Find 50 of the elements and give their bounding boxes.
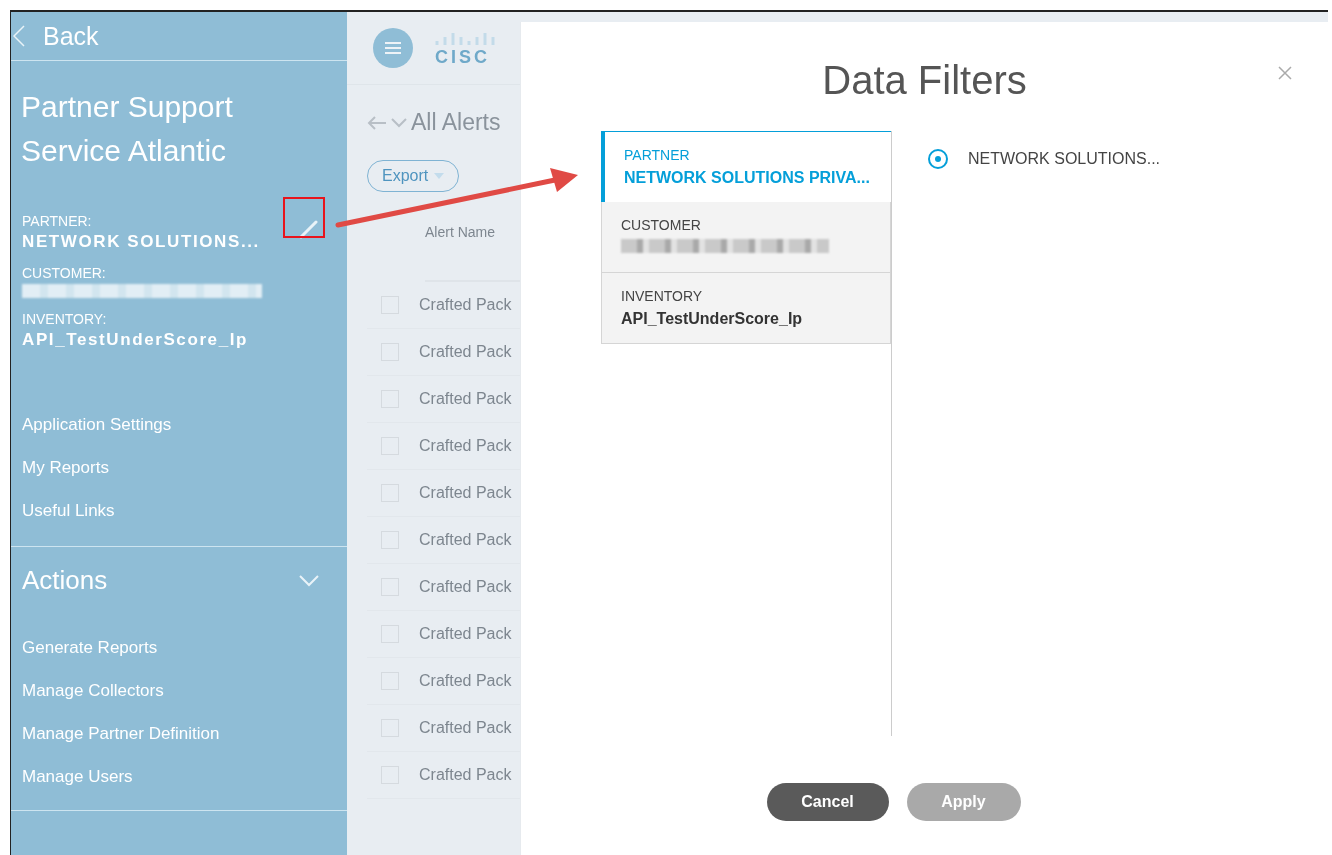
alert-name-cell: Crafted Pack — [419, 766, 512, 784]
menu-item[interactable]: My Reports — [22, 446, 336, 489]
menu-item[interactable]: Application Settings — [22, 403, 336, 446]
alert-name-cell: Crafted Pack — [419, 672, 512, 690]
alert-name-cell: Crafted Pack — [419, 296, 512, 314]
alert-name-cell: Crafted Pack — [419, 531, 512, 549]
logo-bars-icon — [435, 30, 495, 47]
menu-item[interactable]: Manage Users — [22, 755, 336, 798]
caret-icon — [434, 173, 445, 179]
alert-name-cell: Crafted Pack — [419, 390, 512, 408]
filter-value: API_TestUnderScore_Ip — [22, 330, 249, 350]
option-label: NETWORK SOLUTIONS... — [968, 150, 1160, 168]
dialog-button[interactable]: Cancel — [766, 783, 889, 821]
tab-label: PARTNER — [624, 147, 691, 163]
tab-value: NETWORK SOLUTIONS PRIVA... — [624, 169, 871, 187]
tab-label: INVENTORY — [621, 288, 704, 304]
chevron-down-icon[interactable] — [391, 117, 407, 128]
highlight-box — [283, 197, 325, 238]
menu-item[interactable]: Useful Links — [22, 489, 336, 532]
tab-value: API_TestUnderScore_Ip — [621, 310, 804, 328]
filter-value: NETWORK SOLUTIONS... — [22, 232, 261, 252]
alert-name-cell: Crafted Pack — [419, 719, 512, 737]
close-icon[interactable] — [1278, 66, 1292, 80]
page-title: All Alerts — [411, 109, 501, 136]
filter-label: PARTNER: — [22, 213, 93, 229]
filter-tab[interactable]: CUSTOMER — [601, 202, 891, 273]
dialog-title: Data Filters — [821, 58, 1028, 103]
back-arrow-icon[interactable] — [367, 114, 387, 131]
back-chevron-icon[interactable] — [13, 25, 25, 47]
menu-item[interactable]: Generate Reports — [22, 626, 336, 669]
alert-name-cell: Crafted Pack — [419, 578, 512, 596]
filter-label: INVENTORY: — [22, 311, 108, 327]
menu-item[interactable]: Manage Partner Definition — [22, 712, 336, 755]
alert-name-cell: Crafted Pack — [419, 625, 512, 643]
filter-label: CUSTOMER: — [22, 265, 107, 281]
filter-tab[interactable]: PARTNER NETWORK SOLUTIONS PRIVA... — [601, 131, 891, 202]
menu-icon — [385, 42, 401, 54]
alert-name-cell: Crafted Pack — [419, 343, 512, 361]
menu-button[interactable] — [373, 28, 413, 68]
pencil-icon[interactable] — [299, 219, 319, 239]
logo-text: CISC — [435, 47, 491, 66]
alert-name-cell: Crafted Pack — [419, 484, 512, 502]
account-title: Partner Support Service Atlantic — [20, 89, 234, 169]
tab-label: CUSTOMER — [621, 217, 702, 233]
filter-tab[interactable]: INVENTORY API_TestUnderScore_Ip — [601, 273, 891, 344]
alert-name-cell: Crafted Pack — [419, 437, 512, 455]
section-title[interactable]: Actions — [22, 565, 108, 596]
back-link[interactable]: Back — [43, 21, 99, 51]
radio-button[interactable] — [928, 149, 948, 169]
menu-item[interactable]: Manage Collectors — [22, 669, 336, 712]
